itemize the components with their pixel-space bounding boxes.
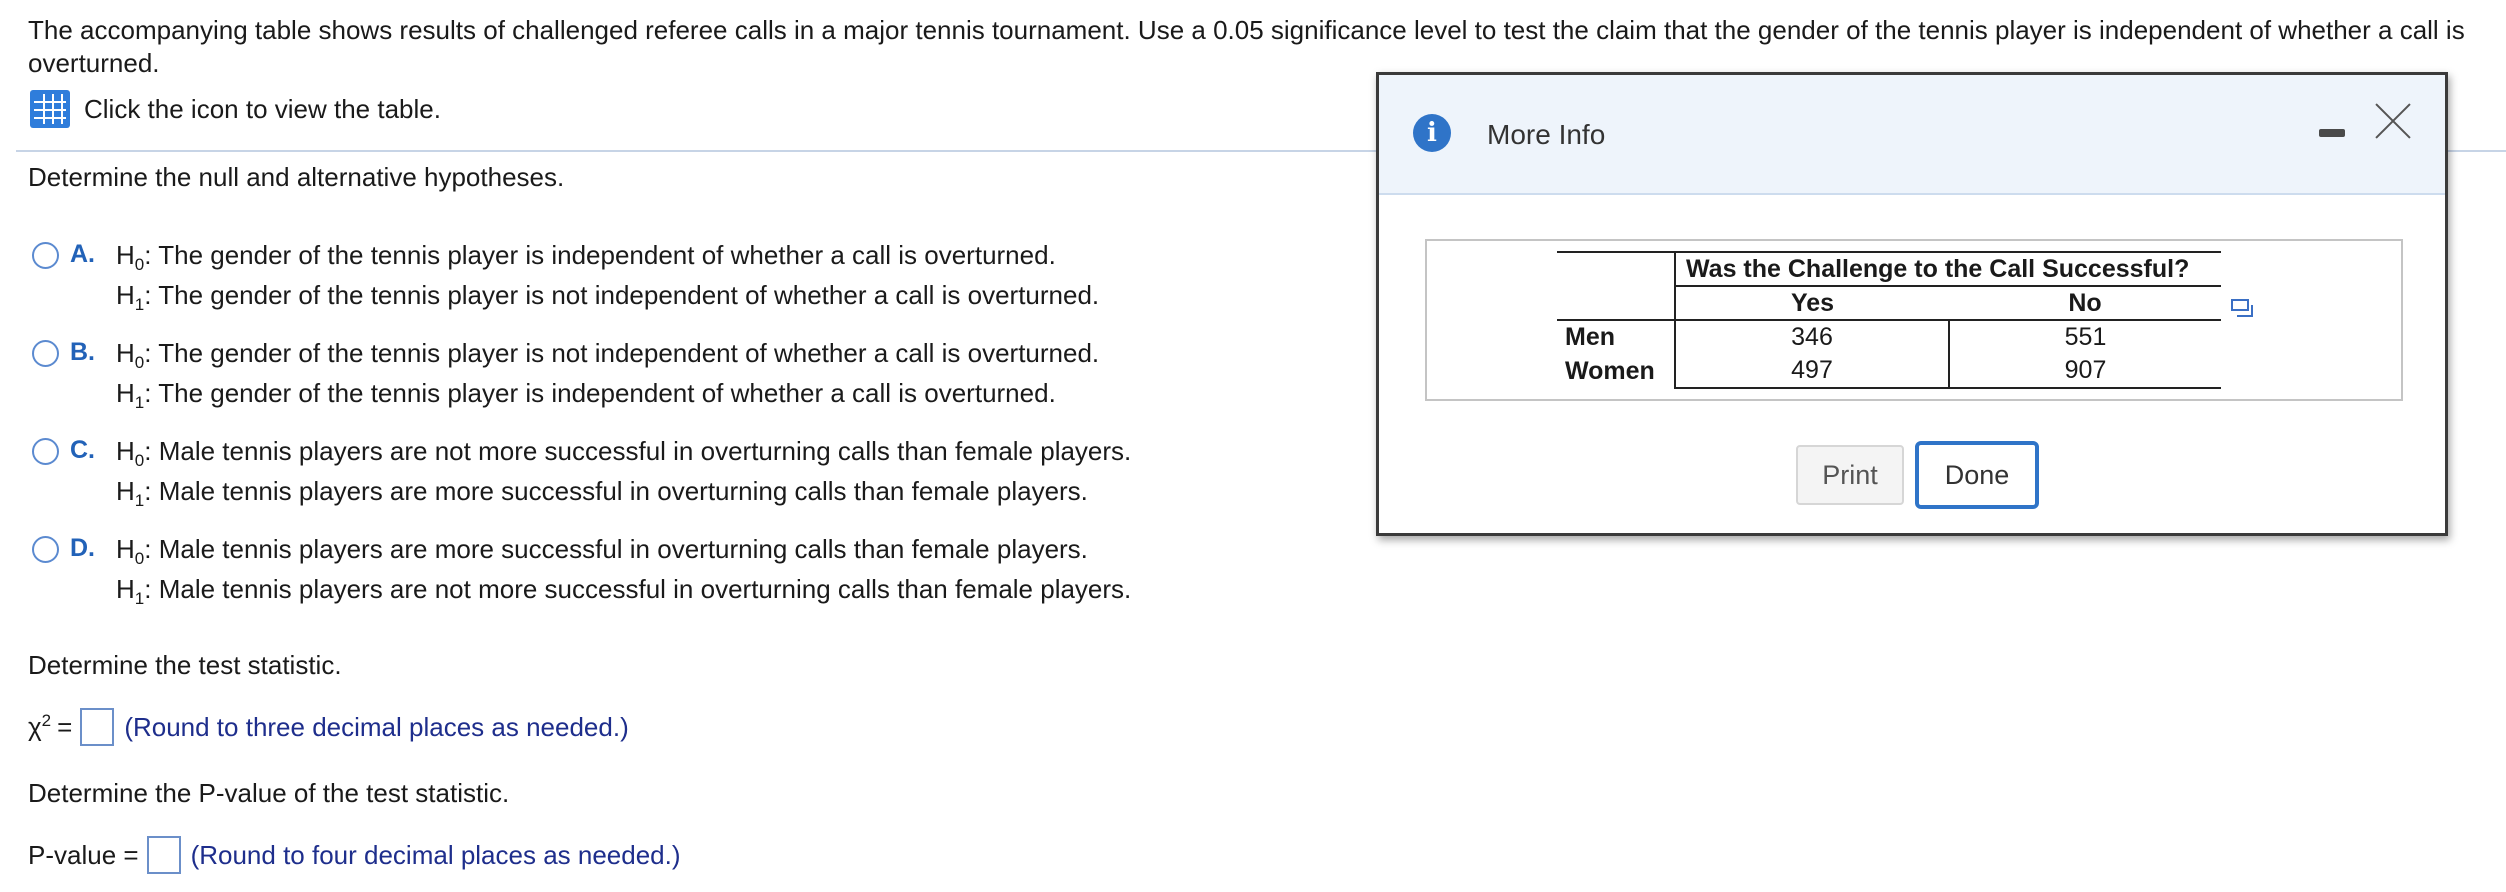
data-table-frame: Was the Challenge to the Call Successful… xyxy=(1425,239,2403,401)
p-value-hint: (Round to four decimal places as needed.… xyxy=(190,839,681,870)
p-value-label: P-value = xyxy=(28,839,139,870)
row-label: Women xyxy=(1565,356,1655,385)
option-b-h0: H0: The gender of the tennis player is n… xyxy=(116,338,1100,372)
test-statistic-hint: (Round to three decimal places as needed… xyxy=(124,711,629,742)
contingency-table: Was the Challenge to the Call Successful… xyxy=(1557,251,2221,389)
column-header-yes: Yes xyxy=(1674,286,1949,321)
cell-value: 551 xyxy=(1948,320,2221,354)
option-a-h1: H1: The gender of the tennis player is n… xyxy=(116,280,1100,314)
cell-value: 346 xyxy=(1674,320,1949,354)
test-statistic-input[interactable] xyxy=(80,708,115,746)
option-c-h0: H0: Male tennis players are not more suc… xyxy=(116,436,1132,470)
option-letter: B. xyxy=(70,338,95,366)
test-statistic-prompt: Determine the test statistic. xyxy=(28,650,342,680)
option-letter: C. xyxy=(70,436,95,464)
table-grid-icon[interactable] xyxy=(30,90,70,128)
row-label: Men xyxy=(1565,323,1615,351)
done-button[interactable]: Done xyxy=(1915,441,2039,509)
chi-square-symbol: χ2 xyxy=(28,711,52,742)
test-statistic-line: χ2 = (Round to three decimal places as n… xyxy=(28,708,629,746)
equals-sign: = xyxy=(57,711,73,742)
p-value-input[interactable] xyxy=(146,836,181,874)
minimize-icon[interactable] xyxy=(2319,129,2345,137)
option-c-h1: H1: Male tennis players are more success… xyxy=(116,476,1088,510)
view-table-link[interactable]: Click the icon to view the table. xyxy=(30,90,441,128)
more-info-dialog: i More Info Was the Challenge to the Cal… xyxy=(1376,72,2448,536)
copy-to-clipboard-icon[interactable] xyxy=(2231,299,2253,317)
option-b-h1: H1: The gender of the tennis player is i… xyxy=(116,378,1056,412)
table-row: Women 497 907 xyxy=(1557,354,2221,389)
option-b-radio[interactable] xyxy=(32,340,59,367)
p-value-line: P-value = (Round to four decimal places … xyxy=(28,836,681,874)
problem-statement: The accompanying table shows results of … xyxy=(28,15,2465,78)
option-c-radio[interactable] xyxy=(32,438,59,465)
option-a-radio[interactable] xyxy=(32,242,59,269)
close-icon[interactable] xyxy=(2373,101,2413,141)
p-value-prompt: Determine the P-value of the test statis… xyxy=(28,778,510,808)
hypotheses-prompt: Determine the null and alternative hypot… xyxy=(28,162,565,192)
info-icon: i xyxy=(1413,114,1451,152)
table-row: Men 346 551 xyxy=(1557,320,2221,354)
option-d-h0: H0: Male tennis players are more success… xyxy=(116,534,1088,568)
table-header: Was the Challenge to the Call Successful… xyxy=(1674,251,2221,287)
cell-value: 907 xyxy=(1948,354,2221,389)
dialog-header: i More Info xyxy=(1379,75,2445,195)
cell-value: 497 xyxy=(1674,354,1949,389)
option-letter: A. xyxy=(70,240,95,268)
option-letter: D. xyxy=(70,534,95,562)
print-button[interactable]: Print xyxy=(1796,445,1904,505)
view-table-label: Click the icon to view the table. xyxy=(84,93,441,124)
option-a-h0: H0: The gender of the tennis player is i… xyxy=(116,240,1056,274)
dialog-title: More Info xyxy=(1487,119,1606,150)
option-d-radio[interactable] xyxy=(32,536,59,563)
option-d-h1: H1: Male tennis players are not more suc… xyxy=(116,574,1132,608)
column-header-no: No xyxy=(1949,286,2221,321)
